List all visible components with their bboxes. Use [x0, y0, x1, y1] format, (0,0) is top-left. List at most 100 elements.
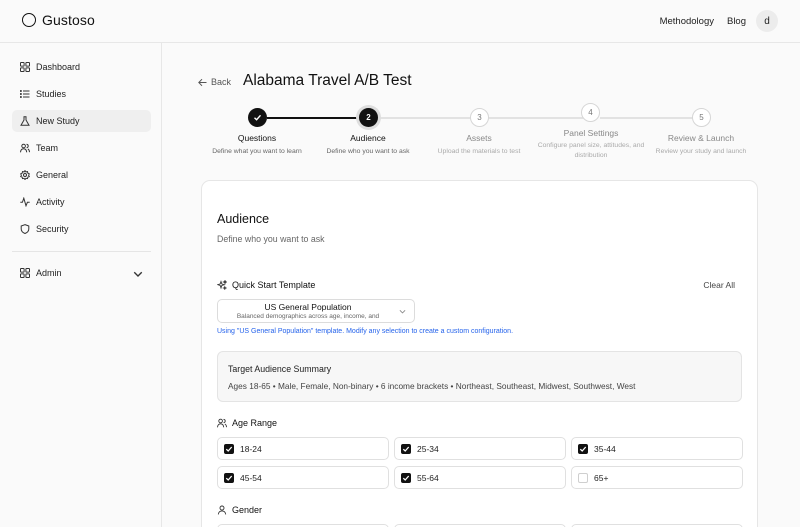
age-option-label: 25-34 [417, 443, 439, 454]
checkbox-checked[interactable] [401, 443, 411, 454]
users-icon [217, 418, 227, 428]
step-2-label: Audience [350, 133, 386, 143]
checkbox-unchecked[interactable] [578, 472, 588, 483]
sidebar-item-label: New Study [36, 116, 80, 126]
checkbox-checked[interactable] [401, 472, 411, 483]
sidebar-item-label: Activity [36, 197, 65, 207]
age-option[interactable]: 18-24 [217, 437, 389, 460]
section-subtitle: Define who you want to ask [217, 234, 325, 244]
sidebar-item-studies[interactable]: Studies [12, 83, 151, 105]
sidebar-item-general[interactable]: General [12, 164, 151, 186]
step-connector [378, 117, 480, 119]
main-content: Back Alabama Travel A/B Test Questions D… [162, 43, 800, 527]
age-range-label: Age Range [232, 418, 278, 428]
step-1-indicator[interactable] [248, 108, 267, 127]
avatar[interactable]: d [756, 10, 778, 32]
sparkles-icon [217, 280, 227, 290]
step-3-desc: Upload the materials to test [437, 148, 521, 155]
sidebar-item-activity[interactable]: Activity [12, 191, 151, 213]
age-option-label: 65+ [594, 472, 609, 483]
age-option-label: 18-24 [240, 443, 262, 454]
step-1-label: Questions [237, 133, 277, 143]
check-icon [225, 475, 233, 481]
logo-icon [22, 13, 36, 27]
sidebar-item-label: Admin [36, 268, 62, 278]
template-select-value: US General Population [264, 302, 352, 312]
sidebar-item-team[interactable]: Team [12, 137, 151, 159]
sidebar: Dashboard Studies New Study Team General… [0, 43, 162, 527]
sidebar-item-label: Studies [36, 89, 67, 99]
checkbox-checked[interactable] [224, 472, 234, 483]
sidebar-item-label: Dashboard [36, 62, 81, 72]
template-select-desc: Balanced demographics across age, income… [236, 313, 380, 320]
gear-icon [20, 170, 30, 180]
age-option-label: 45-54 [240, 472, 262, 483]
check-icon [254, 114, 262, 121]
step-5-desc: Review your study and launch [655, 148, 747, 155]
check-icon [402, 446, 410, 452]
check-icon [402, 475, 410, 481]
step-1-desc: Define what you want to learn [212, 148, 302, 155]
age-option-label: 55-64 [417, 472, 439, 483]
back-button[interactable]: Back [198, 77, 231, 87]
summary-text: Ages 18-65 • Male, Female, Non-binary • … [228, 381, 636, 391]
step-connector [489, 117, 583, 119]
check-icon [225, 446, 233, 452]
template-hint: Using "US General Population" template. … [217, 328, 514, 335]
methodology-link[interactable]: Methodology [660, 16, 714, 27]
flask-icon [20, 116, 30, 126]
chevron-down-icon[interactable] [133, 269, 143, 279]
quick-start-label: Quick Start Template [232, 280, 316, 290]
top-bar: Gustoso Methodology Blog d [0, 0, 800, 43]
step-3-label: Assets [466, 133, 492, 143]
age-option[interactable]: 55-64 [394, 466, 566, 489]
checkbox-checked[interactable] [578, 443, 588, 454]
check-icon [579, 446, 587, 452]
grid-icon [20, 62, 30, 72]
step-connector [600, 117, 693, 119]
gender-heading: Gender [217, 505, 262, 515]
clear-all-button[interactable]: Clear All [703, 280, 735, 290]
template-select[interactable]: US General Population Balanced demograph… [217, 299, 415, 323]
sidebar-item-label: Team [36, 143, 59, 153]
chevron-down-icon [399, 309, 406, 314]
age-option[interactable]: 35-44 [571, 437, 743, 460]
page-title: Alabama Travel A/B Test [243, 72, 412, 89]
age-range-heading: Age Range [217, 418, 277, 428]
age-option[interactable]: 65+ [571, 466, 743, 489]
sidebar-item-admin[interactable]: Admin [12, 262, 151, 284]
list-icon [20, 90, 30, 98]
blog-link[interactable]: Blog [727, 16, 746, 27]
arrow-left-icon [198, 78, 207, 86]
step-2-indicator[interactable]: 2 [359, 108, 378, 127]
step-3-indicator[interactable]: 3 [470, 108, 489, 127]
sidebar-item-security[interactable]: Security [12, 218, 151, 240]
sidebar-item-new-study[interactable]: New Study [12, 110, 151, 132]
step-4-label: Panel Settings [563, 128, 619, 138]
section-title: Audience [217, 212, 270, 226]
shield-icon [20, 224, 30, 234]
age-option[interactable]: 45-54 [217, 466, 389, 489]
checkbox-checked[interactable] [224, 443, 234, 454]
step-2-desc: Define who you want to ask [326, 148, 410, 155]
app-name: Gustoso [42, 12, 95, 28]
step-5-indicator[interactable]: 5 [692, 108, 711, 127]
sidebar-item-label: General [36, 170, 69, 180]
step-4-indicator[interactable]: 4 [581, 103, 600, 122]
step-5-label: Review & Launch [667, 133, 735, 143]
age-option[interactable]: 25-34 [394, 437, 566, 460]
back-label: Back [211, 77, 232, 87]
sidebar-item-dashboard[interactable]: Dashboard [12, 56, 151, 78]
top-nav: Methodology Blog d [660, 10, 778, 32]
activity-icon [20, 197, 30, 207]
quick-start-heading: Quick Start Template [217, 280, 315, 290]
brand[interactable]: Gustoso [22, 12, 95, 28]
audience-summary: Target Audience Summary Ages 18-65 • Mal… [217, 351, 742, 402]
gender-label: Gender [232, 505, 263, 515]
age-option-label: 35-44 [594, 443, 616, 454]
audience-card: Audience Define who you want to ask Quic… [201, 180, 758, 527]
step-connector [267, 117, 363, 119]
grid-icon [20, 268, 30, 278]
step-4-desc: Configure panel size, attitudes, and dis… [537, 142, 645, 159]
sidebar-item-label: Security [36, 224, 69, 234]
